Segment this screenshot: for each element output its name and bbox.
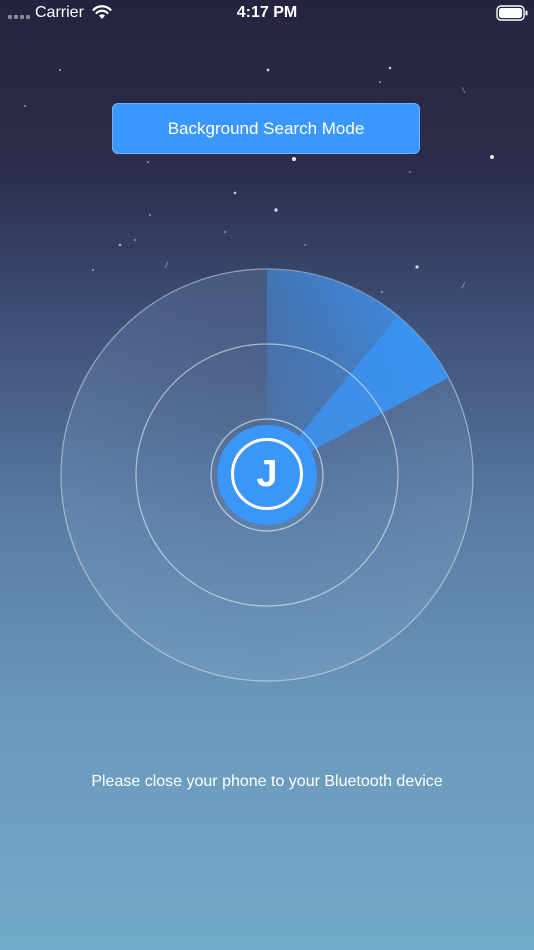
background-search-mode-button[interactable]: Background Search Mode: [112, 103, 420, 154]
device-logo-icon: J: [231, 438, 303, 510]
device-logo-letter: J: [256, 452, 278, 495]
instruction-text: Please close your phone to your Bluetoot…: [91, 773, 443, 790]
background-search-mode-label: Background Search Mode: [167, 118, 365, 138]
